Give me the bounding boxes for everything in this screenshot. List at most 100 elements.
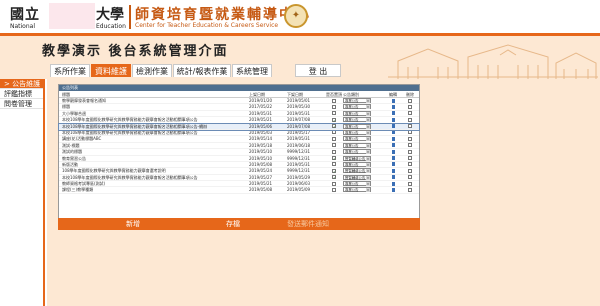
pinned-checkbox[interactable]	[332, 136, 336, 141]
row-title: 課程(三)教學種類	[62, 187, 94, 193]
edit-icon[interactable]	[391, 104, 395, 109]
pinned-checkbox[interactable]	[332, 149, 336, 154]
category-select-value: 專業公告	[345, 143, 359, 148]
delete-checkbox[interactable]	[408, 175, 412, 180]
pinned-checkbox[interactable]	[332, 130, 336, 135]
pinned-checkbox[interactable]	[332, 104, 336, 109]
category-select[interactable]: 專業公告	[343, 129, 371, 135]
sidebar-item-label: 評鑑指標	[4, 90, 32, 98]
delete-checkbox[interactable]	[408, 156, 412, 161]
edit-icon[interactable]	[391, 175, 395, 180]
table-row[interactable]: 課程(三)教學種類 2019/05/08 2019/05/09 專業公告	[59, 187, 419, 194]
logout-button[interactable]: 登 出	[295, 64, 341, 77]
delete-checkbox[interactable]	[408, 130, 412, 135]
header-divider	[129, 5, 131, 29]
category-select[interactable]: 專業公告	[343, 110, 371, 116]
category-select-value: 專業公告	[345, 150, 359, 155]
row-title: 大小學聯合週	[62, 110, 86, 116]
pinned-checkbox[interactable]: ✓	[332, 124, 336, 129]
delete-checkbox[interactable]	[408, 117, 412, 122]
pinned-checkbox[interactable]	[332, 181, 336, 186]
edit-icon[interactable]	[391, 98, 395, 103]
sidebar-item-questionnaires[interactable]: 問卷管理	[0, 99, 43, 109]
save-button[interactable]: 存檔	[208, 218, 258, 230]
delete-checkbox[interactable]	[408, 162, 412, 167]
sidebar-item-evaluation-indicators[interactable]: 評鑑指標	[0, 89, 43, 99]
category-select-value: 專業公告	[345, 111, 359, 116]
delete-checkbox[interactable]	[408, 149, 412, 154]
edit-icon[interactable]	[391, 168, 395, 173]
row-start-date: 2019/05/27	[249, 174, 273, 180]
row-start-date: 2019/05/03	[249, 129, 273, 135]
category-select[interactable]: 專業公告	[343, 181, 371, 187]
edit-icon[interactable]	[391, 130, 395, 135]
category-select[interactable]: 實習輔導公告	[343, 174, 371, 180]
pinned-checkbox[interactable]: ✓	[332, 175, 336, 180]
row-title: 測試的標題	[62, 149, 82, 155]
pinned-checkbox[interactable]	[332, 111, 336, 116]
row-end-date: 2019/05/09	[287, 187, 311, 193]
sidebar-item-label: 問卷管理	[4, 100, 32, 108]
row-start-date: 2019/05/24	[249, 168, 273, 174]
category-select-value: 實習輔導公告	[345, 156, 366, 161]
delete-checkbox[interactable]	[408, 168, 412, 173]
edit-icon[interactable]	[391, 117, 395, 122]
add-button[interactable]: 新增	[58, 218, 208, 230]
category-select[interactable]: 專業公告	[343, 123, 371, 129]
category-select[interactable]: 專業公告	[343, 161, 371, 167]
delete-checkbox[interactable]	[408, 187, 412, 192]
table-body: 教學觀摩發表會報名通知2019/01/202019/05/01專業公告標題201…	[58, 98, 420, 194]
pinned-checkbox[interactable]: ✓	[332, 117, 336, 122]
category-select[interactable]: 專業公告	[343, 142, 371, 148]
row-start-date: 2017/05/22	[249, 104, 273, 110]
category-select[interactable]: 專業公告	[343, 136, 371, 142]
campus-building-illustration	[388, 44, 598, 79]
category-select-value: 專業公告	[345, 162, 359, 167]
tab-data-maintenance[interactable]: 資料維護	[91, 64, 131, 77]
delete-checkbox[interactable]	[408, 124, 412, 129]
category-select[interactable]: 專業公告	[343, 117, 371, 123]
pinned-checkbox[interactable]	[332, 162, 336, 167]
category-select[interactable]: 專業公告	[343, 187, 371, 193]
edit-icon[interactable]	[391, 156, 395, 161]
pinned-checkbox[interactable]: ✓	[332, 156, 336, 161]
edit-icon[interactable]	[391, 124, 395, 129]
delete-checkbox[interactable]	[408, 104, 412, 109]
row-start-date: 2019/05/10	[249, 155, 273, 161]
delete-checkbox[interactable]	[408, 181, 412, 186]
pinned-checkbox[interactable]	[332, 143, 336, 148]
sidebar-item-announcements[interactable]: > 公告維護	[0, 79, 43, 89]
edit-icon[interactable]	[391, 143, 395, 148]
edit-icon[interactable]	[391, 149, 395, 154]
redacted-school-name	[49, 3, 95, 29]
tab-department[interactable]: 系所作業	[50, 64, 90, 77]
delete-checkbox[interactable]	[408, 143, 412, 148]
delete-checkbox[interactable]	[408, 98, 412, 103]
row-end-date: 2019/05/30	[287, 104, 311, 110]
edit-icon[interactable]	[391, 136, 395, 141]
category-select[interactable]: 專業公告	[343, 149, 371, 155]
col-pinned: 是否置頂	[326, 92, 342, 97]
pinned-checkbox[interactable]	[332, 187, 336, 192]
edit-icon[interactable]	[391, 187, 395, 192]
tab-testing[interactable]: 檢測作業	[132, 64, 172, 77]
tab-statistics-reports[interactable]: 統計/報表作業	[173, 64, 231, 77]
row-title: 108學年度國際化教學研究與教學實務能力觀摩會選考說明	[62, 168, 166, 174]
pinned-checkbox[interactable]: ✓	[332, 168, 336, 173]
row-start-date: 2019/05/31	[249, 110, 273, 116]
school-name-right-en: Education	[96, 23, 126, 30]
action-bar: 新增 存檔 發送郵件通知	[58, 218, 420, 230]
edit-icon[interactable]	[391, 181, 395, 186]
category-select[interactable]: 實習輔導公告	[343, 168, 371, 174]
delete-checkbox[interactable]	[408, 111, 412, 116]
edit-icon[interactable]	[391, 162, 395, 167]
tab-system-management[interactable]: 系統管理	[232, 64, 272, 77]
row-end-date: 9999/12/31	[287, 168, 311, 174]
category-select[interactable]: 實習輔導公告	[343, 155, 371, 161]
edit-icon[interactable]	[391, 111, 395, 116]
page-title: 教學演示 後台系統管理介面	[42, 44, 229, 59]
pinned-checkbox[interactable]	[332, 98, 336, 103]
delete-checkbox[interactable]	[408, 136, 412, 141]
category-select[interactable]: 專業公告	[343, 98, 371, 103]
category-select[interactable]: 專業公告	[343, 104, 371, 110]
